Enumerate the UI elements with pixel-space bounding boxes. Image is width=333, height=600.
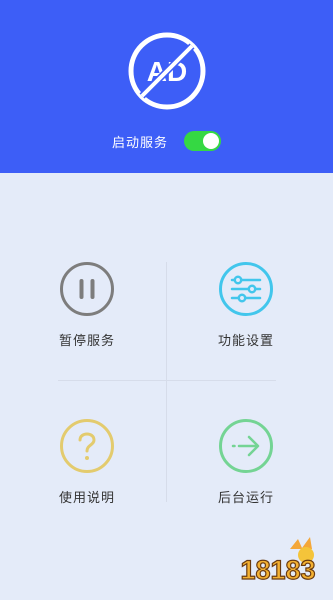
horizontal-divider [58, 380, 276, 381]
service-row: 启动服务 [0, 129, 333, 153]
pause-service-label: 暂停服务 [58, 334, 115, 349]
ad-block-logo-icon: AD [128, 32, 206, 110]
background-run-button[interactable]: 后台运行 [196, 418, 296, 518]
toggle-knob [203, 133, 219, 149]
settings-label: 功能设置 [217, 334, 274, 349]
question-icon [60, 419, 114, 473]
header: AD 启动服务 [0, 0, 333, 173]
arrow-right-icon [219, 419, 273, 473]
sliders-icon [219, 262, 273, 316]
vertical-divider [166, 262, 167, 502]
settings-button[interactable]: 功能设置 [196, 261, 296, 361]
service-toggle[interactable] [184, 131, 221, 151]
background-run-label: 后台运行 [217, 491, 274, 506]
service-label: 启动服务 [111, 135, 168, 151]
pause-service-button[interactable]: 暂停服务 [37, 261, 137, 361]
svg-text:18183: 18183 [240, 555, 315, 585]
watermark-logo: 18183 [240, 537, 316, 586]
usage-help-button[interactable]: 使用说明 [37, 418, 137, 518]
pause-icon [60, 262, 114, 316]
usage-help-label: 使用说明 [58, 491, 115, 506]
